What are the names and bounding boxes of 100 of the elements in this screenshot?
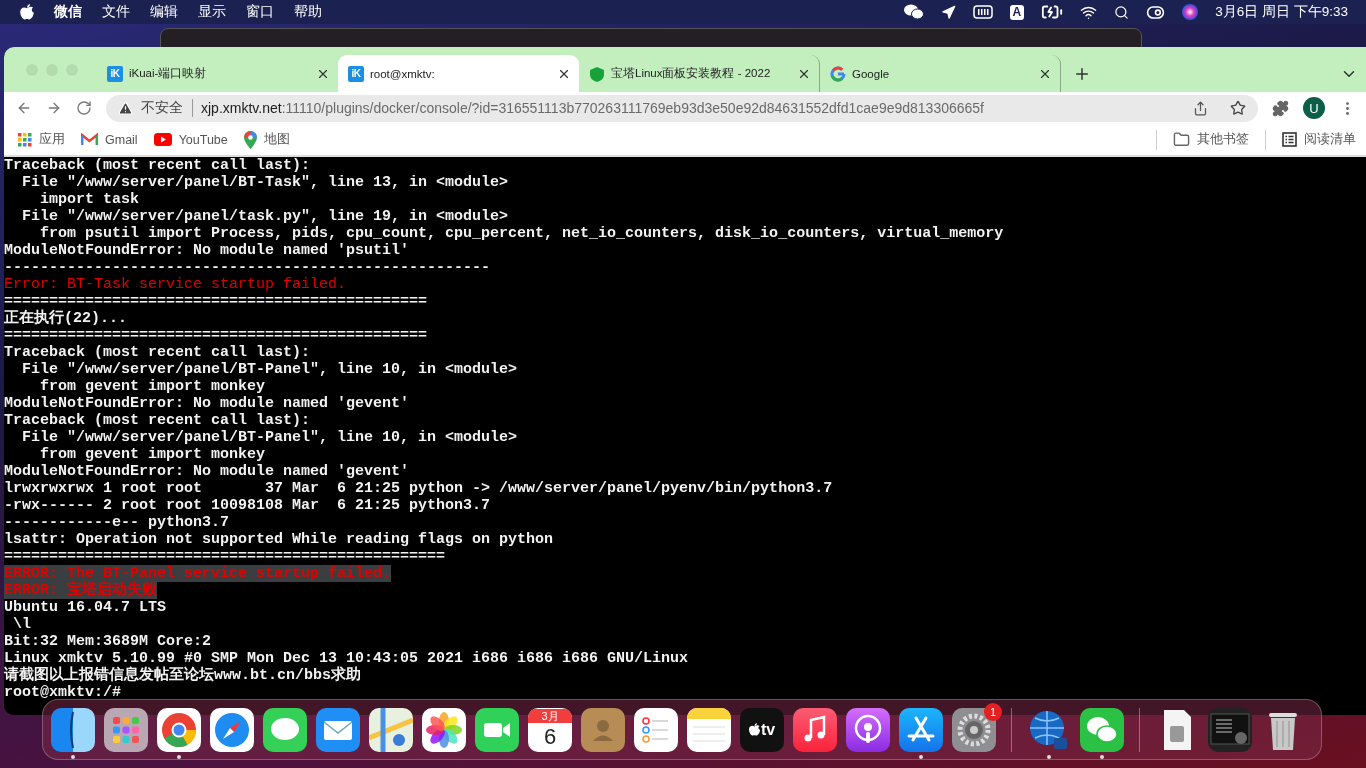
shield-icon [589,65,605,82]
input-source[interactable]: A [1009,4,1025,20]
meter-icon[interactable] [972,5,993,19]
checklist-icon[interactable] [634,707,678,752]
terminal-line: Bit:32 Mem:3689M Core:2 [4,633,212,650]
url-text: xjp.xmktv.net:11110/plugins/docker/console/?id=316551113b770263111769eb93d3e50e92d84631552dfd1cae9e9d813306665f [201,100,985,116]
terminal-line: File "/www/server/panel/BT-Panel", line 10, in <module> [21,361,518,378]
apple-logo-icon [748,723,760,736]
warning-icon [118,100,133,116]
app-menu[interactable]: 微信 [54,3,82,21]
podcast-icon[interactable] [846,707,890,752]
reload-icon[interactable] [76,100,92,116]
mail-icon [81,133,98,146]
split-face-icon[interactable] [51,707,95,752]
music-note-icon[interactable] [793,707,837,752]
bookmark-link[interactable]: 其他书签 [1197,131,1249,148]
tab-favicon: iK [107,65,123,82]
reading-list-icon [1282,132,1297,147]
tab-favicon: iK [348,65,364,82]
flower-icon[interactable] [422,707,466,752]
play-button-icon [153,133,172,146]
terminal-line: from gevent import monkey [39,378,266,395]
menu-item[interactable]: 编辑 [150,3,178,21]
terminal-line: File "/www/server/panel/task.py", line 19, in <module> [21,208,509,225]
gear-icon[interactable] [952,707,996,752]
search-icon[interactable] [1114,4,1130,20]
chat-bubbles-icon[interactable] [1080,707,1124,752]
terminal-line: ModuleNotFoundError: No module named 'psutil' [4,242,410,259]
tv-app-label: tv [760,720,776,739]
menu-bar-clock[interactable]: 3月6日 周日 下午9:33 [1215,3,1348,21]
bookmark-link[interactable]: 应用 [39,131,65,148]
terminal-line: lsattr: Operation not supported While reading flags on python [4,531,554,548]
terminal-line: ================================================= [4,548,446,565]
terminal-line: lrwxrwxrwx 1 root root 37 Mar 6 21:25 python -> /www/server/panel/pyenv/bin/python3.7 [4,480,833,497]
tv-app-icon[interactable]: tv [740,707,784,752]
bookmark-link[interactable]: 阅读清单 [1304,131,1356,148]
calendar-icon[interactable]: 3月 6 [528,707,572,752]
bookmark-link[interactable]: Gmail [105,132,138,147]
browser-tab[interactable]: iK iKuai-端口映射 [97,55,338,92]
security-label: 不安全 [141,99,193,117]
address-bar[interactable]: 不安全 xjp.xmktv.net:11110/plugins/docker/console/?id=316551113b770263111769eb93d3e50e92d84631552dfd1cae9e9d813306665f [106,94,1258,122]
bookmark-link[interactable]: YouTube [178,132,228,147]
grid-icon[interactable] [104,707,148,752]
google-g-icon [830,65,846,82]
terminal-line: =============================================== [4,327,428,344]
star-icon[interactable] [1230,100,1246,116]
profile-avatar[interactable]: U [1303,97,1325,119]
terminal-line: ModuleNotFoundError: No module named 'gevent' [4,463,410,480]
terminal-line: ------------------------------------------------------ [4,259,491,276]
siri-orb-icon[interactable] [1182,4,1199,20]
terminal-line: ModuleNotFoundError: No module named 'gevent' [4,395,410,412]
terminal-line: Traceback (most recent call last): [4,412,311,429]
map-icon[interactable] [369,707,413,752]
terminal-line: Traceback (most recent call last): [4,157,311,174]
menu-item[interactable]: 帮助 [294,3,322,21]
tab-title: root@xmktv: [370,67,436,80]
forward-icon[interactable] [46,100,62,116]
speech-bubble-icon[interactable] [263,707,307,752]
terminal-line: Error: BT-Task service startup failed. [4,276,347,293]
browser-icon[interactable] [157,707,201,752]
menu-item[interactable]: 窗口 [246,3,274,21]
terminal-line: Ubuntu 16.04.7 LTS [4,599,167,616]
notepad-icon[interactable] [687,707,731,752]
menu-item[interactable]: 文件 [102,3,130,21]
terminal-line: -rwx------ 2 root root 10098108 Mar 6 21:25 python3.7 [4,497,491,514]
menu-item[interactable]: 显示 [198,3,226,21]
folder-icon [1173,131,1190,148]
compass-icon[interactable] [210,707,254,752]
video-camera-icon[interactable] [475,707,519,752]
back-icon[interactable] [16,100,32,116]
terminal-line: File "/www/server/panel/BT-Panel", line 10, in <module> [21,429,518,446]
terminal-line: from gevent import monkey [39,446,266,463]
map-pin-icon [243,130,257,149]
calendar-month: 3月 [528,708,572,723]
contacts-book-icon[interactable] [581,707,625,752]
terminal-line: 请截图以上报错信息发帖至论坛www.bt.cn/bbs求助 [4,667,362,684]
extensions-icon[interactable] [1272,99,1289,117]
calendar-day: 6 [543,722,557,751]
chat-bubbles-icon[interactable] [903,4,924,20]
location-arrow-icon[interactable] [940,4,956,20]
terminal-line: 正在执行(22)... [4,310,127,327]
tab-title: Google [852,67,891,80]
window-thumbnail-icon[interactable] [1208,707,1252,752]
terminal-line: File "/www/server/panel/BT-Task", line 13, in <module> [21,174,509,191]
apple-logo-icon[interactable] [20,4,34,20]
bookmark-link[interactable]: 地图 [263,131,290,148]
terminal-line: \l [12,616,31,633]
browser-tab[interactable]: iK root@xmktv: [338,55,579,92]
terminal-line: Linux xmktv 5.10.99 #0 SMP Mon Dec 13 10:43:05 2021 i686 i686 i686 GNU/Linux [4,650,689,667]
tab-title: 宝塔Linux面板安装教程 - 2022 [611,66,772,81]
terminal-line: from psutil import Process, pids, cpu_count, cpu_percent, net_io_counters, disk_io_counters, virtual_memory [39,225,1004,242]
terminal-line: =============================================== [4,293,428,310]
terminal-line: import task [39,191,140,208]
terminal-line: ------------e-- python3.7 [4,514,230,531]
tab-title: iKuai-端口映射 [129,66,208,81]
share-icon[interactable] [1193,100,1208,116]
app-store-icon[interactable] [899,707,943,752]
envelope-icon[interactable] [316,707,360,752]
terminal-line: Traceback (most recent call last): [4,344,311,361]
terminal-line: root@xmktv:/# [4,684,122,701]
